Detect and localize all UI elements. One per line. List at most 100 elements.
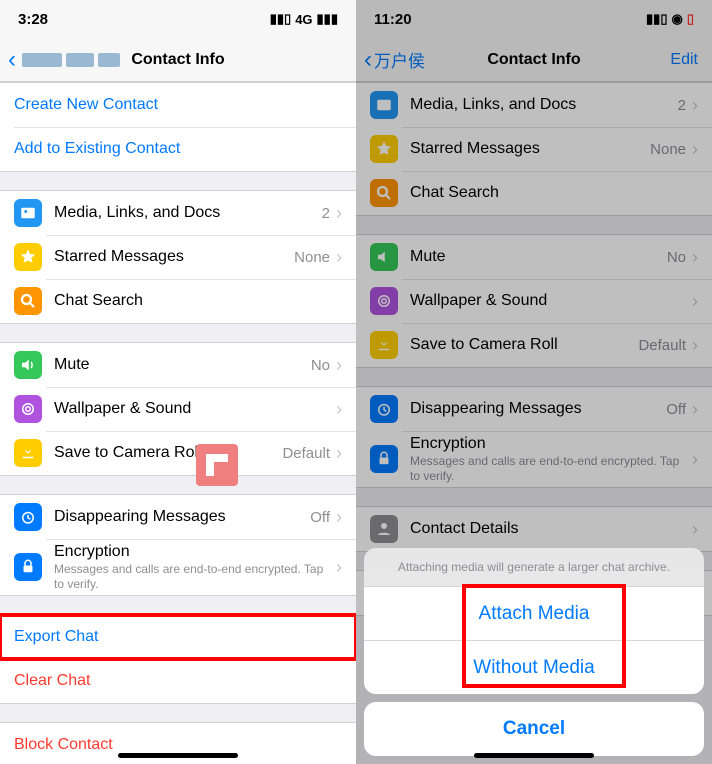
chevron-left-icon: ‹ [364, 46, 372, 74]
wallpaper-sound-row[interactable]: Wallpaper & Sound › [356, 279, 712, 323]
download-icon [14, 439, 42, 467]
search-icon [370, 179, 398, 207]
label: Disappearing Messages [410, 400, 666, 418]
value: None [294, 249, 330, 266]
chevron-right-icon: › [336, 443, 342, 464]
attach-media-button[interactable]: Attach Media [364, 586, 704, 640]
label: EncryptionMessages and calls are end-to-… [54, 543, 336, 591]
label: Chat Search [54, 292, 342, 310]
chevron-right-icon: › [336, 203, 342, 224]
starred-messages-row[interactable]: Starred Messages None › [356, 127, 712, 171]
group-actions: Create New Contact Add to Existing Conta… [0, 82, 356, 172]
sheet-body: Attaching media will generate a larger c… [364, 548, 704, 694]
label: Media, Links, and Docs [54, 204, 322, 222]
chevron-right-icon: › [692, 95, 698, 116]
group-settings: Mute No › Wallpaper & Sound › Save to Ca… [356, 234, 712, 368]
chevron-right-icon: › [692, 291, 698, 312]
signal-icon: ▮▮▯ [646, 11, 667, 27]
export-chat-row[interactable]: Export Chat [0, 615, 356, 659]
label: Disappearing Messages [54, 508, 310, 526]
group-media: Media, Links, and Docs 2 › Starred Messa… [0, 190, 356, 324]
group-chat-actions: Export Chat Clear Chat [0, 614, 356, 704]
contact-details-row[interactable]: Contact Details › [356, 507, 712, 551]
home-indicator [474, 753, 594, 758]
chevron-right-icon: › [692, 247, 698, 268]
value: No [311, 357, 330, 374]
label: Mute [54, 356, 311, 374]
chevron-left-icon: ‹ [8, 46, 16, 74]
wallpaper-icon [370, 287, 398, 315]
label: Mute [410, 248, 667, 266]
label: Clear Chat [14, 672, 342, 690]
media-links-docs-row[interactable]: Media, Links, and Docs 2 › [356, 83, 712, 127]
value: Default [638, 337, 686, 354]
sheet-note: Attaching media will generate a larger c… [364, 548, 704, 586]
label: Add to Existing Contact [14, 140, 342, 158]
content-scroll: Create New Contact Add to Existing Conta… [0, 82, 356, 764]
back-label: 万户侯 [374, 47, 425, 72]
label: Create New Contact [14, 96, 342, 114]
label: Chat Search [410, 184, 698, 202]
group-security: Disappearing Messages Off › EncryptionMe… [0, 494, 356, 596]
starred-messages-row[interactable]: Starred Messages None › [0, 235, 356, 279]
label: Starred Messages [54, 248, 294, 266]
back-button[interactable]: ‹ 万户侯 [356, 46, 425, 74]
mute-row[interactable]: Mute No › [356, 235, 712, 279]
label: Wallpaper & Sound [54, 400, 336, 418]
without-media-button[interactable]: Without Media [364, 640, 704, 694]
create-contact-row[interactable]: Create New Contact [0, 83, 356, 127]
save-camera-roll-row[interactable]: Save to Camera Roll Default › [356, 323, 712, 367]
action-sheet: Attaching media will generate a larger c… [364, 548, 704, 756]
chevron-right-icon: › [336, 247, 342, 268]
add-existing-contact-row[interactable]: Add to Existing Contact [0, 127, 356, 171]
status-bar: 3:28 ▮▮▯ 4G ▮▮▮ [0, 0, 356, 38]
lock-icon [370, 445, 398, 473]
download-icon [370, 331, 398, 359]
chevron-right-icon: › [692, 519, 698, 540]
group-settings: Mute No › Wallpaper & Sound › Save to Ca… [0, 342, 356, 476]
chevron-right-icon: › [336, 355, 342, 376]
chat-search-row[interactable]: Chat Search [356, 171, 712, 215]
chevron-right-icon: › [336, 507, 342, 528]
mute-row[interactable]: Mute No › [0, 343, 356, 387]
cancel-button[interactable]: Cancel [364, 702, 704, 756]
contact-icon [370, 515, 398, 543]
media-links-docs-row[interactable]: Media, Links, and Docs 2 › [0, 191, 356, 235]
redacted-name [22, 53, 120, 67]
lock-icon [14, 553, 42, 581]
save-camera-roll-row[interactable]: Save to Camera Roll Default › [0, 431, 356, 475]
value: No [667, 249, 686, 266]
value: None [650, 141, 686, 158]
value: Off [310, 509, 330, 526]
timer-icon [370, 395, 398, 423]
label: Export Chat [14, 628, 342, 646]
group-media: Media, Links, and Docs 2 › Starred Messa… [356, 82, 712, 216]
home-indicator [118, 753, 238, 758]
chat-search-row[interactable]: Chat Search [0, 279, 356, 323]
group-security: Disappearing Messages Off › EncryptionMe… [356, 386, 712, 488]
title: Encryption [54, 543, 130, 560]
photos-icon [370, 91, 398, 119]
wallpaper-sound-row[interactable]: Wallpaper & Sound › [0, 387, 356, 431]
star-icon [14, 243, 42, 271]
speaker-icon [370, 243, 398, 271]
speaker-icon [14, 351, 42, 379]
encryption-row[interactable]: EncryptionMessages and calls are end-to-… [356, 431, 712, 487]
disappearing-messages-row[interactable]: Disappearing Messages Off › [0, 495, 356, 539]
chevron-right-icon: › [692, 139, 698, 160]
clear-chat-row[interactable]: Clear Chat [0, 659, 356, 703]
encryption-row[interactable]: EncryptionMessages and calls are end-to-… [0, 539, 356, 595]
phone-left: 3:28 ▮▮▯ 4G ▮▮▮ ‹ Contact Info Create Ne… [0, 0, 356, 764]
back-button[interactable]: ‹ [0, 46, 120, 74]
status-time: 3:28 [18, 11, 48, 28]
label: Block Contact [14, 736, 342, 754]
value: 2 [678, 97, 686, 114]
network-label: 4G [295, 12, 312, 27]
status-right: ▮▮▯ 4G ▮▮▮ [270, 11, 338, 27]
edit-button[interactable]: Edit [670, 51, 698, 69]
nav-bar: ‹ Contact Info [0, 38, 356, 82]
status-right: ▮▮▯ ◉ ▯ [646, 11, 694, 27]
chevron-right-icon: › [692, 399, 698, 420]
chevron-right-icon: › [336, 557, 342, 578]
disappearing-messages-row[interactable]: Disappearing Messages Off › [356, 387, 712, 431]
